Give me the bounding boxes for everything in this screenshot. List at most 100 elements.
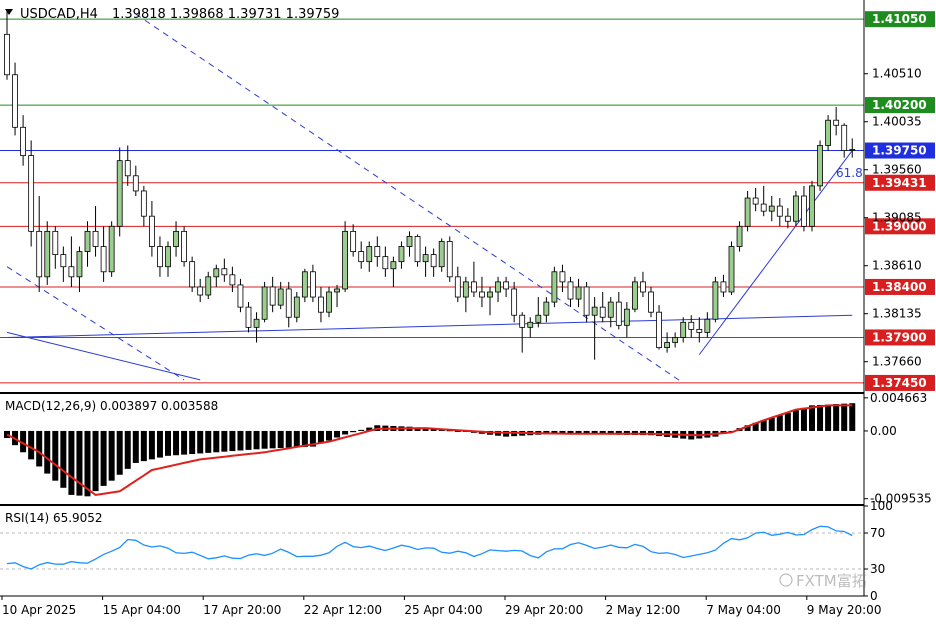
candle-body (124, 160, 131, 177)
candle-body (809, 185, 815, 227)
candle-body (92, 230, 99, 247)
macd-histogram-bar (285, 430, 292, 448)
time-tick-label: 10 Apr 2025 (2, 603, 76, 617)
macd-histogram-bar (809, 405, 815, 431)
macd-histogram-bar (165, 430, 171, 456)
candle-body (849, 149, 856, 151)
candle-body (84, 230, 91, 252)
candle-body (648, 291, 654, 313)
level-label-text: 1.38400 (872, 280, 927, 294)
candle-body (390, 261, 397, 270)
rsi-tick-label: 0 (870, 589, 878, 603)
level-label-text: 1.37900 (872, 330, 927, 344)
macd-histogram-bar (776, 415, 783, 431)
candle-body (696, 328, 703, 333)
candle-body (640, 281, 646, 293)
candle-body (656, 311, 662, 348)
candle-body (406, 236, 413, 247)
macd-histogram-bar (140, 430, 147, 462)
rsi-tick-label: 30 (870, 562, 885, 576)
candle-body (535, 314, 542, 323)
rsi-panel-separator (0, 504, 864, 506)
macd-histogram-bar (92, 430, 99, 492)
macd-histogram-bar (60, 430, 67, 488)
candle-body (301, 271, 308, 298)
candle-body (358, 251, 365, 263)
price-tick-label: 1.37660 (872, 355, 922, 369)
candle-body (374, 246, 381, 258)
macd-histogram-bar (108, 430, 115, 481)
candle-body (221, 268, 228, 276)
level-label-text: 1.40200 (872, 98, 927, 112)
candle-body (495, 281, 501, 293)
candle-body (519, 314, 526, 328)
candle-body (213, 268, 220, 278)
candle-body (632, 281, 638, 310)
candle-body (487, 291, 493, 298)
candle-body (285, 288, 292, 318)
candle-body (60, 254, 67, 268)
candle-body (148, 215, 155, 247)
candle-body (189, 261, 196, 288)
candle-body (841, 124, 848, 151)
watermark-text: FXTM富拓 (796, 572, 867, 590)
candle-body (567, 281, 574, 300)
candle-body (4, 33, 10, 76)
candle-body (623, 308, 630, 326)
candle-body (784, 215, 791, 222)
time-tick-label: 17 Apr 20:00 (203, 603, 281, 617)
candle-body (140, 190, 147, 217)
candle-body (52, 230, 59, 256)
time-tick-label: 25 Apr 04:00 (404, 603, 482, 617)
macd-histogram-bar (245, 430, 252, 450)
candle-body (680, 321, 687, 338)
level-label-text: 1.39431 (872, 176, 927, 190)
candle-body (430, 254, 437, 268)
candle-body (366, 246, 373, 263)
candle-body (28, 155, 35, 232)
candle-body (253, 318, 260, 328)
candle-body (44, 230, 51, 278)
time-tick-label: 15 Apr 04:00 (103, 603, 181, 617)
candle-body (277, 288, 284, 306)
macd-histogram-bar (52, 430, 59, 481)
level-label-text: 1.37450 (872, 376, 927, 390)
chart-header: USDCAD,H4 1.39818 1.39868 1.39731 1.3975… (5, 7, 339, 22)
candle-body (350, 230, 357, 252)
candle-body (165, 246, 171, 268)
macd-histogram-bar (100, 430, 107, 486)
candle-body (245, 306, 252, 328)
candle-body (68, 266, 75, 278)
candle-body (446, 241, 453, 278)
macd-histogram-bar (792, 410, 799, 431)
candle-body (704, 318, 711, 333)
candle-body (237, 284, 244, 308)
macd-histogram-bar (334, 430, 341, 438)
time-tick-label: 7 May 04:00 (706, 603, 781, 617)
fib-618-label: 61.8 (836, 166, 863, 180)
macd-histogram-bar (261, 430, 268, 449)
candle-body (825, 119, 831, 146)
candle-body (398, 246, 405, 263)
candle-body (503, 281, 510, 290)
candle-body (615, 301, 622, 326)
symbol-timeframe: USDCAD,H4 (20, 7, 98, 22)
macd-histogram-bar (358, 429, 365, 431)
candle-body (599, 306, 606, 318)
candle-body (583, 286, 590, 316)
candle-body (438, 241, 445, 268)
macd-histogram-bar (277, 430, 284, 448)
candle-body (181, 230, 188, 263)
candle-body (672, 337, 679, 343)
macd-histogram-bar (784, 412, 791, 431)
macd-histogram-bar (116, 430, 123, 475)
candle-body (817, 145, 823, 187)
macd-histogram-bar (800, 407, 807, 431)
candle-body (269, 286, 276, 306)
macd-histogram-bar (253, 430, 260, 450)
candle-body (793, 195, 799, 222)
time-tick-label: 22 Apr 12:00 (304, 603, 382, 617)
macd-histogram-bar (825, 404, 832, 431)
macd-histogram-bar (833, 404, 840, 431)
candle-body (688, 321, 695, 330)
